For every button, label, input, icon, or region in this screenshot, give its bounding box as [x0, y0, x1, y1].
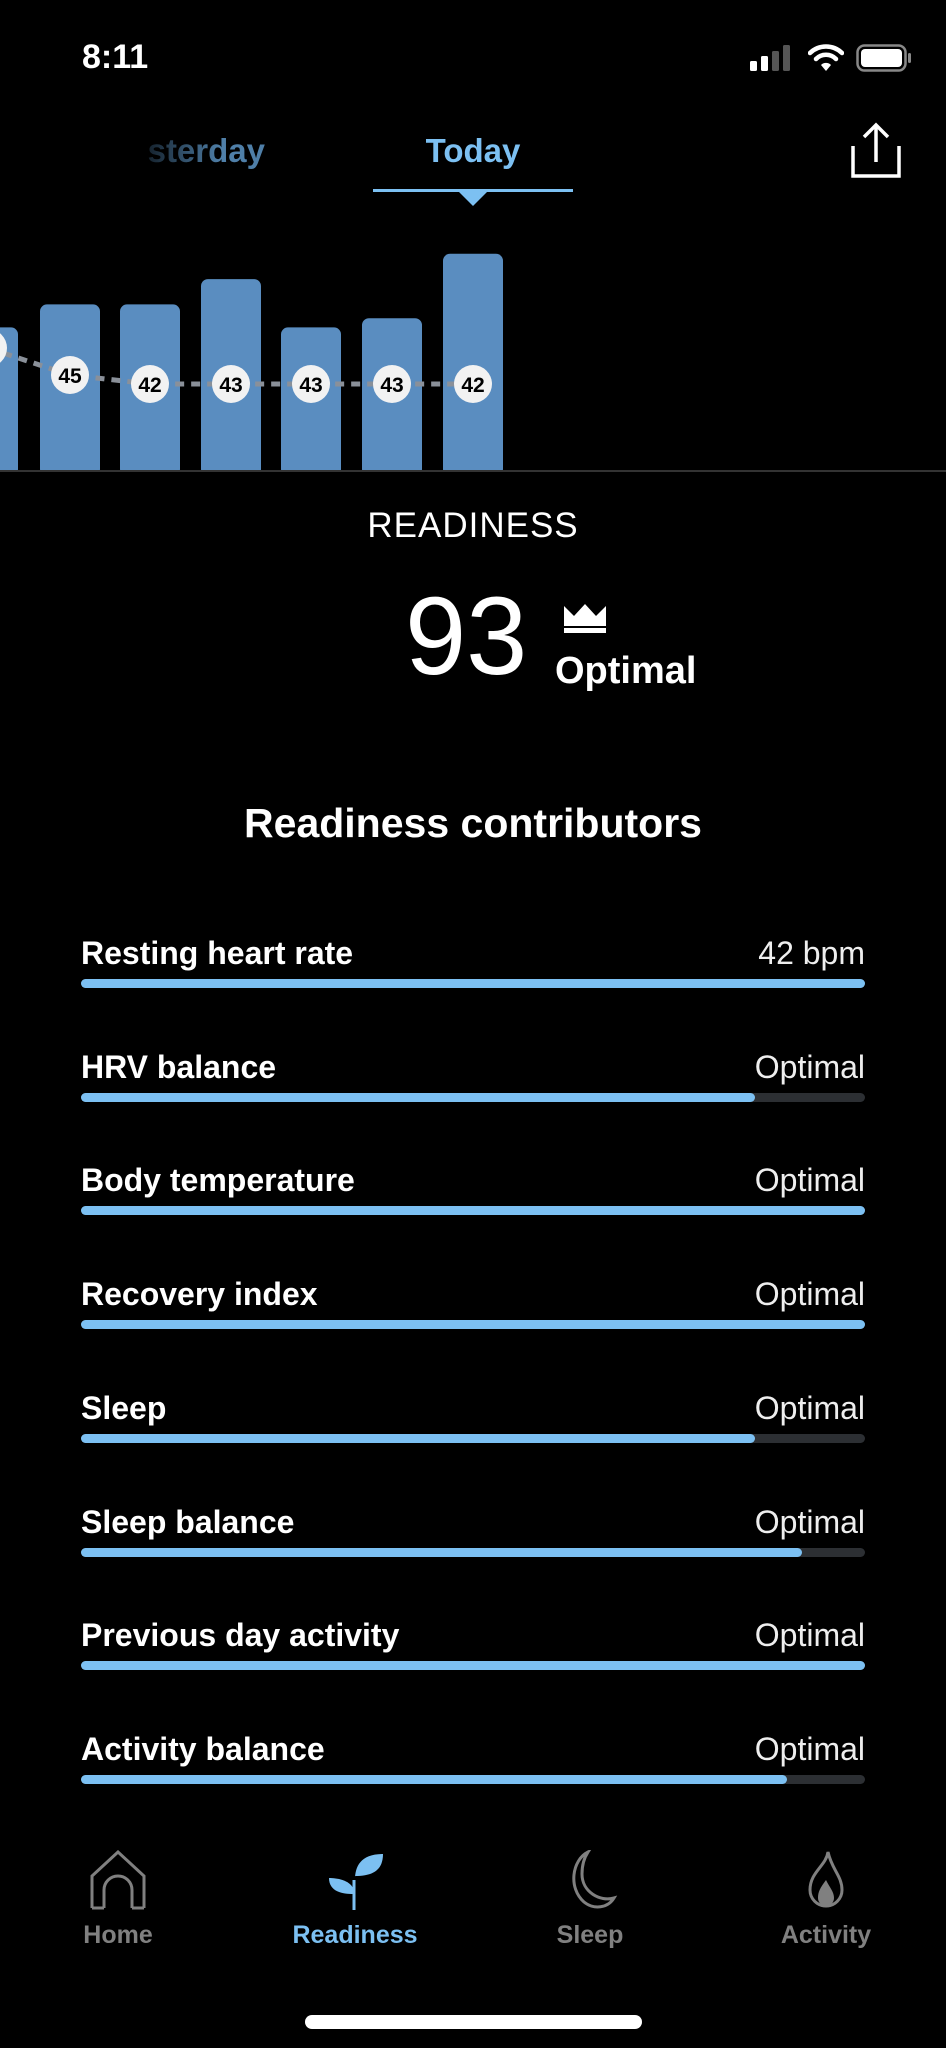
tab-yesterday-label: sterday — [147, 132, 265, 169]
tab-yesterday[interactable]: sterday — [120, 132, 265, 170]
readiness-label: READINESS — [367, 506, 579, 545]
bottom-nav: Home Readiness Sleep Activity — [0, 1848, 946, 1970]
contributor-bar — [81, 1433, 865, 1443]
contributor-bar — [81, 1661, 865, 1671]
contributor-row[interactable]: Sleep Optimal — [81, 1390, 865, 1504]
contributor-bar — [81, 1092, 865, 1102]
contributor-label: Body temperature — [81, 1162, 355, 1199]
chart-divider — [0, 470, 946, 472]
contributor-value: Optimal — [754, 1730, 865, 1767]
chart-point-label: 42 — [461, 374, 484, 397]
signal-icon — [750, 45, 790, 71]
chart-point-label: 43 — [299, 374, 322, 397]
readiness-score: 93 — [405, 575, 528, 698]
contributors-title: Readiness contributors — [244, 800, 702, 846]
nav-activity-label: Activity — [780, 1921, 872, 1949]
contributor-bar — [81, 1320, 865, 1330]
contributor-label: Resting heart rate — [81, 935, 354, 971]
contributor-value: Optimal — [754, 1617, 865, 1654]
contributor-label: Previous day activity — [81, 1617, 400, 1654]
sprout-icon — [329, 1854, 383, 1910]
contributor-value: Optimal — [754, 1048, 865, 1085]
readiness-status: Optimal — [555, 650, 697, 692]
contributor-bar-fill — [81, 1547, 803, 1557]
nav-readiness-label: Readiness — [292, 1921, 418, 1949]
contributor-row[interactable]: Resting heart rate 42 bpm — [81, 935, 865, 1049]
contributor-row[interactable]: Recovery index Optimal — [81, 1276, 865, 1390]
readiness-chart: 3454243434342 — [0, 253, 503, 470]
contributor-row[interactable]: Previous day activity Optimal — [81, 1617, 865, 1731]
chart-point-label: 45 — [58, 365, 82, 388]
contributor-bar-fill — [81, 1661, 865, 1671]
contributor-bar-fill — [81, 1320, 865, 1330]
chart-point-label: 43 — [219, 374, 242, 397]
status-time: 8:11 — [82, 38, 149, 76]
wifi-icon — [808, 44, 844, 71]
contributor-value: Optimal — [754, 1389, 865, 1426]
share-icon[interactable] — [850, 122, 902, 178]
contributor-bar-fill — [81, 1433, 756, 1443]
contributor-bar — [81, 1774, 865, 1784]
flame-icon — [808, 1851, 844, 1908]
contributor-bar — [81, 1206, 865, 1216]
home-icon — [90, 1849, 146, 1910]
chart-point-label: 43 — [380, 374, 403, 397]
chart-bar[interactable] — [443, 253, 503, 470]
contributor-bar-fill — [81, 979, 865, 988]
contributor-label: Recovery index — [81, 1276, 318, 1313]
nav-home-label: Home — [83, 1921, 153, 1949]
contributor-value: Optimal — [754, 1276, 865, 1313]
contributor-label: Sleep — [81, 1389, 167, 1426]
tab-today[interactable]: Today — [373, 132, 573, 170]
contributor-label: Sleep balance — [81, 1503, 295, 1540]
contributor-row[interactable]: Body temperature Optimal — [81, 1162, 865, 1276]
contributor-label: HRV balance — [81, 1048, 277, 1085]
nav-sleep[interactable]: Sleep — [490, 1848, 690, 1950]
nav-readiness[interactable]: Readiness — [255, 1850, 455, 1950]
contributor-bar-fill — [81, 1092, 756, 1102]
nav-home[interactable]: Home — [18, 1849, 218, 1950]
contributor-bar — [81, 1547, 865, 1557]
crown-icon — [564, 604, 606, 633]
contributor-row[interactable]: HRV balance Optimal — [81, 1049, 865, 1163]
contributor-label: Activity balance — [81, 1730, 325, 1767]
nav-activity[interactable]: Activity — [726, 1850, 926, 1950]
contributor-value: Optimal — [754, 1162, 865, 1199]
home-indicator[interactable] — [305, 2015, 642, 2029]
battery-icon — [856, 44, 911, 72]
chart-point-label: 42 — [138, 374, 161, 397]
moon-icon — [572, 1848, 618, 1909]
contributor-value: 42 bpm — [758, 935, 865, 971]
contributor-row[interactable]: Activity balance Optimal — [81, 1731, 865, 1845]
contributor-value: Optimal — [754, 1503, 865, 1540]
nav-sleep-label: Sleep — [556, 1921, 624, 1949]
tab-caret-icon — [459, 192, 487, 206]
contributor-bar — [81, 979, 865, 988]
contributor-bar-fill — [81, 1206, 865, 1216]
contributor-bar-fill — [81, 1774, 787, 1784]
contributor-row[interactable]: Sleep balance Optimal — [81, 1504, 865, 1618]
status-icons — [750, 44, 912, 72]
